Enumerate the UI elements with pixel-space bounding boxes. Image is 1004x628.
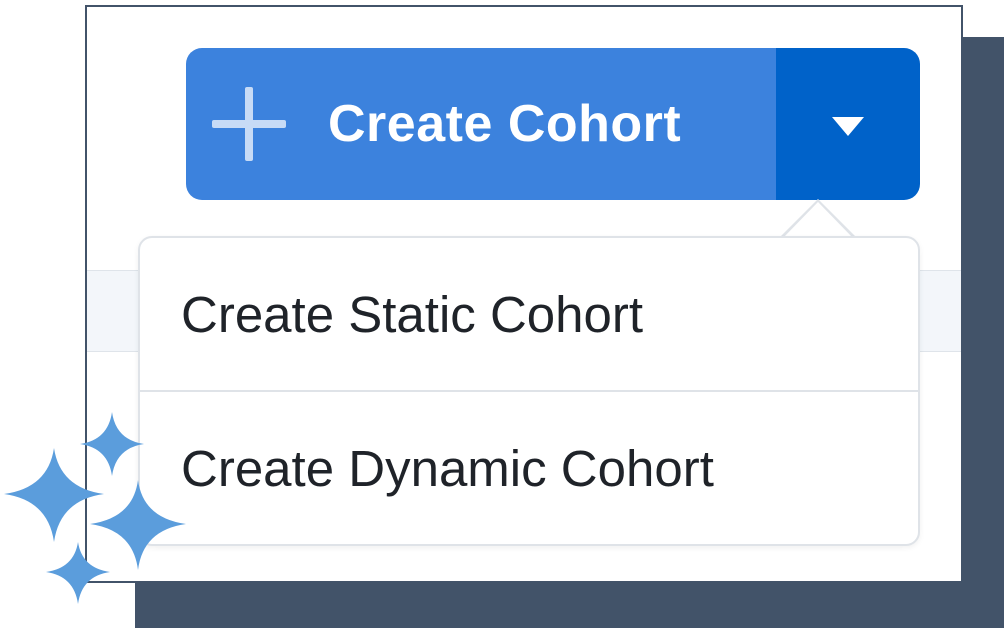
sparkle-large-left-icon	[4, 448, 104, 542]
create-cohort-split-button: Create Cohort	[186, 48, 920, 200]
menu-item-create-static-cohort[interactable]: Create Static Cohort	[140, 238, 918, 390]
sparkle-small-top-icon	[80, 412, 144, 476]
plus-icon	[212, 87, 286, 161]
create-cohort-label: Create Cohort	[328, 95, 682, 153]
menu-item-create-dynamic-cohort[interactable]: Create Dynamic Cohort	[140, 392, 918, 544]
dropdown-pointer	[780, 199, 856, 238]
create-cohort-button[interactable]: Create Cohort	[186, 48, 776, 200]
sparkle-small-bottom-icon	[46, 542, 110, 604]
caret-down-icon	[832, 116, 864, 136]
sparkles-icon	[4, 412, 186, 604]
cohort-panel: Create Cohort Create Static Cohort Creat…	[85, 5, 963, 583]
sparkle-large-right-icon	[90, 480, 186, 570]
create-cohort-dropdown-toggle[interactable]	[776, 48, 920, 200]
create-cohort-menu: Create Static Cohort Create Dynamic Coho…	[138, 236, 920, 546]
